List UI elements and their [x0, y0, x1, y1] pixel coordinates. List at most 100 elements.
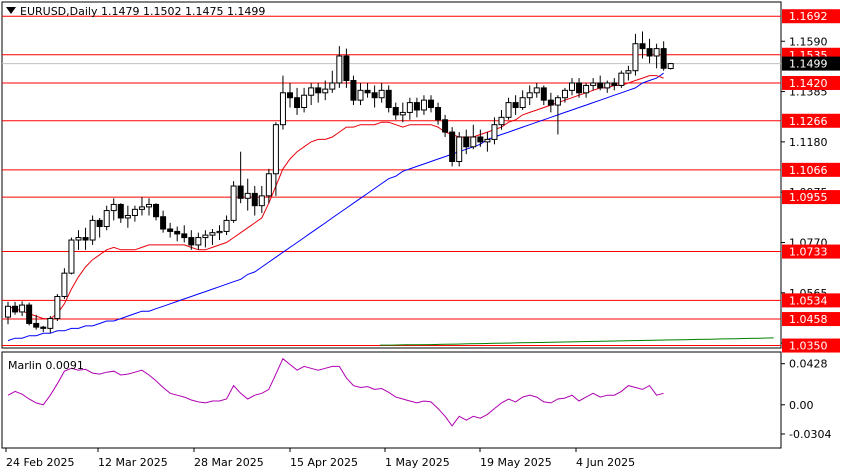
symbol-label: EURUSD,Daily	[20, 5, 98, 18]
indicator-label: Marlin 0.0091	[8, 359, 84, 372]
candle-body	[329, 82, 336, 90]
chart-header: EURUSD,Daily 1.1479 1.1502 1.1475 1.1499	[6, 5, 265, 18]
indicator-panel: 0.0428 0.00 -0.0304	[1, 351, 831, 449]
candle-body	[40, 326, 47, 329]
candle-body	[357, 89, 364, 101]
y-tick-label: 1.1180	[789, 136, 828, 149]
level-price-labels: 1.16921.15351.14201.12661.10661.09551.07…	[782, 9, 840, 353]
candle-body	[385, 89, 392, 109]
candle-body	[301, 94, 308, 109]
level-label: 1.0955	[789, 191, 828, 204]
candle-body	[420, 99, 427, 111]
candle-body	[547, 99, 554, 106]
candle-body	[632, 43, 639, 72]
candle-body	[124, 214, 131, 219]
candle-body	[223, 219, 230, 232]
candle-body	[12, 305, 19, 313]
candle-body	[456, 136, 463, 163]
candle-body	[597, 82, 604, 89]
candle-body	[604, 82, 611, 89]
candle-body	[611, 82, 618, 86]
candle-body	[378, 89, 385, 99]
candle-body	[625, 70, 632, 74]
level-label: 1.0534	[789, 294, 828, 307]
candle-body	[371, 92, 378, 99]
candle-body	[89, 219, 96, 241]
level-label: 1.0458	[789, 313, 828, 326]
candle-body	[435, 107, 442, 121]
candle-body	[364, 89, 371, 94]
ind-tick-label: 0.0428	[789, 358, 828, 371]
candle-body	[294, 97, 301, 109]
level-label: 1.0350	[789, 340, 828, 353]
candle-body	[54, 295, 61, 320]
candle-body	[138, 206, 145, 210]
candle-body	[449, 131, 456, 163]
candle-body	[399, 111, 406, 116]
candle-body	[61, 272, 68, 297]
candle-body	[19, 304, 26, 313]
indicator-value: 0.0091	[45, 359, 84, 372]
candle-body	[646, 48, 653, 57]
level-label: 1.1420	[789, 77, 828, 90]
candle-body	[131, 208, 138, 216]
candle-body	[639, 43, 646, 50]
chart-canvas: 1.15901.13851.11801.09751.07701.05651.03…	[1, 1, 840, 469]
level-label: 1.1692	[789, 10, 828, 23]
x-tick-label: 19 May 2025	[480, 456, 552, 469]
candle-body	[251, 192, 258, 207]
level-label: 1.1266	[789, 115, 828, 128]
candle-body	[96, 219, 103, 228]
candle-body	[569, 82, 575, 91]
candle-body	[491, 124, 498, 140]
candle-body	[188, 237, 195, 246]
candle-body	[498, 116, 505, 126]
candle-body	[350, 80, 357, 101]
candle-body	[512, 102, 519, 109]
candle-body	[561, 89, 568, 99]
candle-body	[315, 87, 322, 94]
collapse-triangle-icon[interactable]	[6, 7, 16, 14]
candle-body	[279, 92, 286, 126]
candle-body	[413, 102, 420, 111]
candle-body	[519, 97, 526, 109]
x-tick-label: 15 Apr 2025	[290, 456, 358, 469]
candle-body	[406, 102, 413, 113]
indicator-name: Marlin	[8, 359, 42, 372]
ind-tick-label: 0.00	[789, 399, 814, 412]
candle-body	[554, 97, 561, 106]
candle-body	[146, 203, 152, 208]
candle-body	[583, 84, 590, 94]
candle-body	[428, 99, 434, 109]
candle-body	[68, 239, 75, 274]
candle-body	[174, 230, 181, 235]
candle-body	[618, 72, 625, 86]
candle-body	[160, 216, 167, 230]
candle-body	[505, 102, 512, 118]
candle-body	[477, 136, 484, 143]
time-axis: 24 Feb 2025 12 Mar 2025 28 Mar 2025 15 Apr …	[5, 448, 635, 469]
candle-body	[470, 136, 477, 148]
indicator-panel-frame	[1, 351, 782, 449]
candle-body	[533, 87, 540, 94]
candle-body	[392, 107, 399, 116]
x-tick-label: 28 Mar 2025	[194, 456, 264, 469]
x-tick-label: 12 Mar 2025	[98, 456, 168, 469]
candle-body	[287, 92, 293, 99]
candle-body	[195, 237, 202, 246]
candle-body	[244, 192, 251, 199]
candle-body	[153, 203, 160, 218]
current-price-label: 1.1499	[789, 58, 828, 71]
ind-tick-label: -0.0304	[789, 428, 831, 441]
candle-body	[526, 92, 533, 99]
candle-body	[653, 48, 660, 57]
candle-body	[181, 233, 188, 239]
level-label: 1.1066	[789, 164, 828, 177]
candle-body	[103, 210, 110, 228]
candle-body	[47, 318, 54, 329]
candle-body	[590, 82, 597, 86]
candle-body	[442, 119, 449, 133]
candle-body	[343, 55, 350, 82]
ohlc-values: 1.1479 1.1502 1.1475 1.1499	[100, 5, 266, 18]
candle-body	[117, 203, 124, 219]
